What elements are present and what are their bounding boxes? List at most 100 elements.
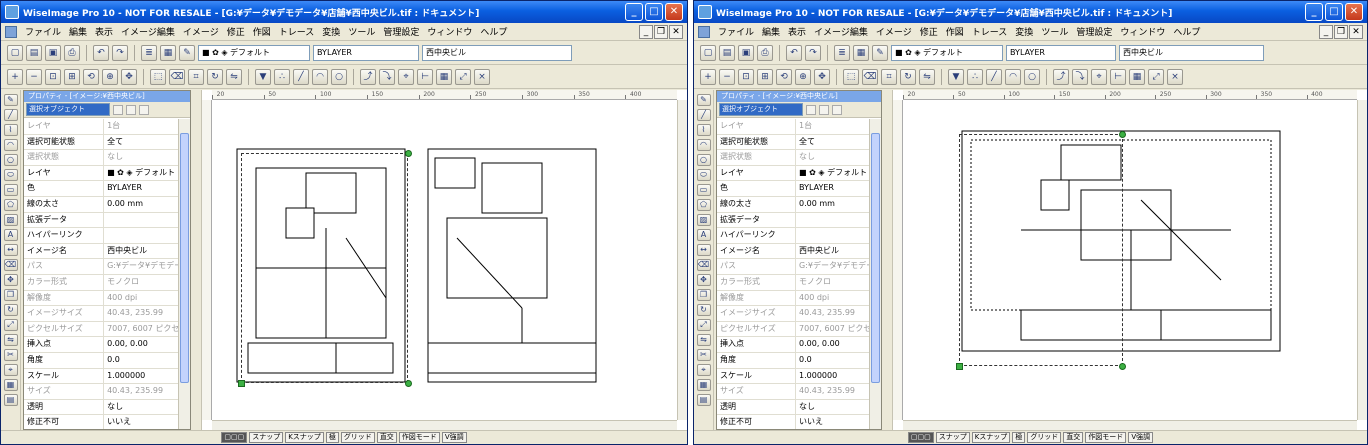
select-objects-icon[interactable] (819, 104, 829, 115)
property-value[interactable]: 西中央ビル (796, 244, 869, 259)
image-name-combo[interactable]: 西中央ビル (1119, 44, 1264, 61)
tool-polyline-icon[interactable]: ⌇ (696, 124, 711, 136)
property-row[interactable]: 拡張データ (717, 212, 869, 229)
status-polar[interactable]: 極 (1012, 432, 1026, 443)
mirror-icon[interactable]: ⇋ (919, 68, 935, 85)
property-row[interactable]: レイヤ 1台 (717, 119, 869, 135)
status-ortho[interactable]: 直交 (376, 432, 397, 443)
title-bar[interactable]: WiseImage Pro 10 - NOT FOR RESALE - [G:¥… (694, 1, 1367, 23)
line-icon[interactable]: ╱ (986, 68, 1002, 85)
layer-combo[interactable]: ■ ✿ ◈ デフォルト (198, 44, 310, 61)
zoom-previous-icon[interactable]: ⟲ (83, 68, 99, 85)
new-file-icon[interactable]: ▢ (700, 44, 716, 61)
tool-line-icon[interactable]: ╱ (696, 109, 711, 121)
image-name-combo[interactable]: 西中央ビル (422, 44, 572, 61)
select-objects-icon[interactable] (126, 104, 136, 115)
properties-icon[interactable]: ▦ (853, 44, 869, 61)
property-value[interactable]: 西中央ビル (104, 244, 178, 259)
canvas-horizontal-scrollbar[interactable] (903, 420, 1357, 430)
property-value[interactable]: 全て (796, 135, 869, 150)
measure-icon[interactable]: ⊢ (1110, 68, 1126, 85)
tool-rect-icon[interactable]: ▭ (3, 184, 18, 196)
menu-convert[interactable]: 変換 (1011, 25, 1037, 38)
property-row[interactable]: 修正不可 いいえ (717, 415, 869, 429)
tool-calc-icon[interactable]: ▦ (696, 379, 711, 391)
arc-icon[interactable]: ◠ (312, 68, 328, 85)
property-row[interactable]: 選択可能状態 全て (24, 134, 178, 151)
menu-window[interactable]: ウィンドウ (423, 25, 476, 38)
color-combo[interactable]: BYLAYER (1006, 44, 1116, 61)
property-value[interactable]: 40.43, 235.99 (104, 306, 178, 321)
tool-circle-icon[interactable]: ○ (3, 154, 18, 166)
menu-edit[interactable]: 編集 (758, 25, 784, 38)
menu-trace[interactable]: トレース (968, 25, 1012, 38)
new-file-icon[interactable]: ▢ (7, 44, 23, 61)
property-value[interactable]: 40.43, 235.99 (104, 384, 178, 399)
print-icon[interactable]: ⎙ (64, 44, 80, 61)
tool-doc-icon[interactable]: ▤ (696, 394, 711, 406)
property-value[interactable]: なし (796, 150, 869, 165)
property-row[interactable]: 色 BYLAYER (24, 181, 178, 197)
property-row[interactable]: カラー形式 モノクロ (24, 274, 178, 291)
property-row[interactable]: レイヤ ■ ✿ ◈ デフォルト (717, 165, 869, 182)
property-row[interactable]: ハイパーリンク (717, 228, 869, 244)
property-value[interactable]: 400 dpi (796, 291, 869, 306)
zoom-out-icon[interactable]: − (26, 68, 42, 85)
property-row[interactable]: 選択可能状態 全て (717, 134, 869, 151)
vectorize-icon[interactable]: ⤵ (1072, 68, 1088, 85)
zoom-realtime-icon[interactable]: ⊕ (102, 68, 118, 85)
tool-dim-icon[interactable]: ↔ (3, 244, 18, 256)
menu-trace[interactable]: トレース (275, 25, 319, 38)
property-row[interactable]: 角度 0.0 (717, 352, 869, 369)
zoom-extents-icon[interactable]: ⊞ (64, 68, 80, 85)
despeckle-icon[interactable]: ∴ (967, 68, 983, 85)
property-row[interactable]: 拡張データ (24, 212, 178, 229)
tool-erase-icon[interactable]: ⌫ (696, 259, 711, 271)
tool-scale-icon[interactable]: ⤢ (696, 319, 711, 331)
property-value[interactable]: 7007, 6007 ピクセル (104, 322, 178, 337)
doc-restore-button[interactable]: ❐ (1334, 24, 1348, 39)
trace-icon[interactable]: ⤴ (1053, 68, 1069, 85)
canvas-vertical-scrollbar[interactable] (677, 100, 687, 420)
quick-select-icon[interactable] (832, 104, 842, 115)
tool-move-icon[interactable]: ✥ (696, 274, 711, 286)
property-row[interactable]: カラー形式 モノクロ (717, 274, 869, 291)
print-icon[interactable]: ⎙ (757, 44, 773, 61)
measure-icon[interactable]: ⊢ (417, 68, 433, 85)
fit-icon[interactable]: ⤢ (1148, 68, 1164, 85)
select-icon[interactable]: ⬚ (843, 68, 859, 85)
menu-help[interactable]: ヘルプ (476, 25, 511, 38)
despeckle-icon[interactable]: ∴ (274, 68, 290, 85)
menu-image-edit[interactable]: イメージ編集 (117, 25, 179, 38)
rotate-icon[interactable]: ↻ (207, 68, 223, 85)
menu-settings[interactable]: 管理設定 (1072, 25, 1116, 38)
tool-calc-icon[interactable]: ▦ (3, 379, 18, 391)
property-row[interactable]: 線の太さ 0.00 mm (717, 196, 869, 213)
property-value[interactable]: 0.00 mm (104, 197, 178, 212)
canvas-vertical-scrollbar[interactable] (1357, 100, 1367, 420)
property-row[interactable]: 線の太さ 0.00 mm (24, 196, 178, 213)
tool-snap-icon[interactable]: ⌖ (696, 364, 711, 376)
tool-arc-icon[interactable]: ◠ (3, 139, 18, 151)
property-row[interactable]: 解像度 400 dpi (24, 290, 178, 307)
tool-ellipse-icon[interactable]: ⬭ (696, 169, 711, 181)
property-row[interactable]: パスG:¥データ¥デモデータ¥店舗 (717, 259, 869, 275)
property-value[interactable]: モノクロ (796, 275, 869, 290)
property-value[interactable]: 0.0 (796, 353, 869, 368)
open-folder-icon[interactable]: ▤ (719, 44, 735, 61)
property-value[interactable]: 1.000000 (104, 369, 178, 384)
property-row[interactable]: スケール 1.000000 (24, 368, 178, 385)
property-value[interactable]: いいえ (796, 415, 869, 429)
property-row[interactable]: サイズ 40.43, 235.99 (24, 384, 178, 400)
menu-image-edit[interactable]: イメージ編集 (810, 25, 872, 38)
circle-icon[interactable]: ○ (1024, 68, 1040, 85)
property-value[interactable]: 40.43, 235.99 (796, 384, 869, 399)
tool-ellipse-icon[interactable]: ⬭ (3, 169, 18, 181)
property-value[interactable]: 400 dpi (104, 291, 178, 306)
property-value[interactable]: 1台 (796, 119, 869, 134)
tool-scale-icon[interactable]: ⤢ (3, 319, 18, 331)
redo-icon[interactable]: ↷ (112, 44, 128, 61)
properties-scrollbar[interactable] (869, 119, 881, 429)
doc-restore-button[interactable]: ❐ (654, 24, 668, 39)
tool-rect-icon[interactable]: ▭ (696, 184, 711, 196)
